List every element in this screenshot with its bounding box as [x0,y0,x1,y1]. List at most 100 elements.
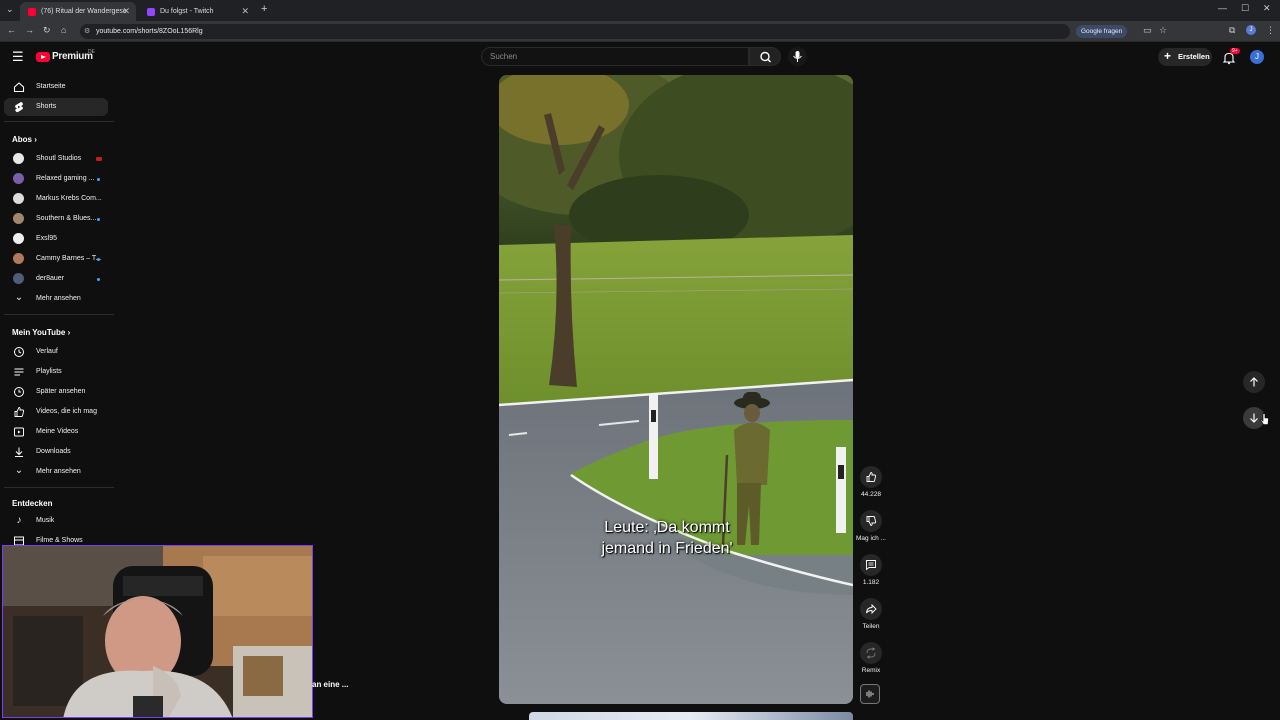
sidebar-item-label: Relaxed gaming ... [36,175,95,182]
sidebar-item-playlists[interactable]: Playlists [4,363,108,381]
sidebar-item-history[interactable]: Verlauf [4,343,108,361]
subs-section-title[interactable]: Abos › [12,135,37,144]
streamer-webcam-overlay [2,545,313,718]
dislike-button[interactable]: Mag ich ... [856,510,886,542]
comment-icon [866,560,876,571]
url-text: youtube.com/shorts/8ZOoL156Rlg [96,28,203,35]
cast-icon[interactable]: ▭ [1143,25,1152,36]
home-icon[interactable]: ⌂ [61,25,66,35]
sidebar-item-label: Cammy Barnes – T... [36,255,102,262]
google-fragen-button[interactable]: Google fragen [1076,25,1128,38]
sidebar-item-label: Shoutl Studios [36,155,82,162]
create-button[interactable]: + Erstellen [1158,48,1212,66]
sidebar-item-shorts[interactable]: Shorts [4,98,108,116]
arrow-up-icon [1250,377,1258,387]
next-short-preview[interactable] [529,712,853,720]
remix-label: Remix [861,667,881,674]
sidebar-item-label: Filme & Shows [36,537,83,544]
new-tab-icon[interactable]: + [261,3,267,15]
sidebar-item-subscription[interactable]: Relaxed gaming ... [4,170,108,188]
profile-avatar[interactable]: J [1246,25,1256,35]
reload-icon[interactable]: ↻ [43,25,51,36]
logo-text: Premium [52,51,93,62]
sidebar-item-liked-videos[interactable]: Videos, die ich mag [4,403,108,421]
sidebar-item-home[interactable]: Startseite [4,78,108,96]
sidebar-item-label: Shorts [36,103,57,110]
sidebar-item-subscription[interactable]: Southern & Blues... [4,210,108,228]
sidebar-item-label: Mehr ansehen [36,468,81,475]
like-count: 44.228 [861,491,881,498]
sidebar-item-subscription[interactable]: Cammy Barnes – T... [4,250,108,268]
thumbs-up-icon [14,407,25,417]
you-section-title[interactable]: Mein YouTube › [12,328,70,337]
account-avatar[interactable]: J [1250,50,1264,64]
chevron-down-icon: ⌄ [14,465,24,476]
voice-search-button[interactable] [788,47,807,66]
sidebar-item-subscription[interactable]: Markus Krebs Com... [4,190,108,208]
tab-twitch[interactable]: Du folgst - Twitch ✕ [139,2,255,21]
mouse-cursor-icon [1260,413,1269,425]
shorts-icon [15,102,23,113]
sidebar-item-watch-later[interactable]: Später ansehen [4,383,108,401]
sidebar-item-subscription[interactable]: Exsl95 [4,230,108,248]
tab-youtube[interactable]: (76) Ritual der Wandergese ✕ [20,2,136,21]
search-icon [760,51,771,63]
close-tab-icon[interactable]: ✕ [241,6,249,17]
sidebar-item-my-videos[interactable]: Meine Videos [4,423,108,441]
sidebar-item-music[interactable]: ♪ Musik [4,512,108,530]
url-input[interactable]: ⚙ youtube.com/shorts/8ZOoL156Rlg [80,24,1070,39]
minimize-icon[interactable]: — [1218,3,1227,13]
create-label: Erstellen [1178,52,1210,61]
sidebar-item-label: Startseite [36,83,66,90]
site-info-icon[interactable]: ⚙ [84,24,90,39]
new-content-dot-icon [97,258,100,261]
sidebar-item-show-more[interactable]: ⌄ Mehr ansehen [4,463,108,481]
sidebar-item-subscription[interactable]: der8auer [4,270,108,288]
search-input[interactable]: Suchen [481,47,749,66]
previous-short-button[interactable] [1243,371,1265,393]
shorts-video-player[interactable] [499,75,853,704]
webcam-overlay-text: an eine ... [312,680,349,689]
sidebar-item-label: Exsl95 [36,235,58,242]
sidebar-item-label: Downloads [36,448,71,455]
sound-button[interactable] [860,684,880,704]
logo-region: DE [88,49,95,55]
maximize-icon[interactable]: ☐ [1241,3,1249,14]
video-icon [14,427,24,437]
google-fragen-label: Google fragen [1081,28,1123,35]
sidebar-item-downloads[interactable]: Downloads [4,443,108,461]
tab-list-icon[interactable]: ⌄ [6,4,14,15]
search-button[interactable] [749,47,781,66]
caption-line: Leute: ‚Da kommt [604,519,730,536]
arrow-down-icon [1250,413,1258,423]
sidebar-item-label: Verlauf [36,348,58,355]
new-content-dot-icon [97,278,100,281]
video-frame [499,75,853,704]
channel-avatar [13,193,24,204]
share-button[interactable]: Teilen [858,598,884,630]
forward-icon[interactable]: → [25,25,34,35]
close-tab-icon[interactable]: ✕ [122,6,130,17]
remix-button[interactable]: Remix [858,642,884,674]
extensions-icon[interactable]: ⧉ [1229,25,1235,36]
explore-section-title: Entdecken [12,499,53,508]
notifications-button[interactable]: 9+ [1222,48,1240,65]
sidebar-item-show-more[interactable]: ⌄ Mehr ansehen [4,290,108,308]
comments-button[interactable]: 1.182 [858,554,884,586]
back-icon[interactable]: ← [7,25,16,35]
audio-wave-icon [866,690,874,698]
notification-badge: 9+ [1230,48,1240,54]
sidebar-item-label: der8auer [36,275,65,282]
hamburger-menu-icon[interactable]: ☰ [12,49,24,65]
like-button[interactable]: 44.228 [858,466,884,498]
close-window-icon[interactable]: ✕ [1263,3,1271,14]
sidebar-item-label: Videos, die ich mag [36,408,97,415]
sidebar-item-subscription[interactable]: Shoutl Studios [4,150,108,168]
browser-menu-icon[interactable]: ⋮ [1266,25,1275,36]
chevron-right-icon: › [34,135,37,144]
channel-avatar [13,153,24,164]
channel-avatar [13,253,24,264]
twitch-favicon-icon [147,7,155,16]
youtube-logo-icon[interactable] [36,52,50,62]
bookmark-star-icon[interactable]: ☆ [1159,25,1167,36]
